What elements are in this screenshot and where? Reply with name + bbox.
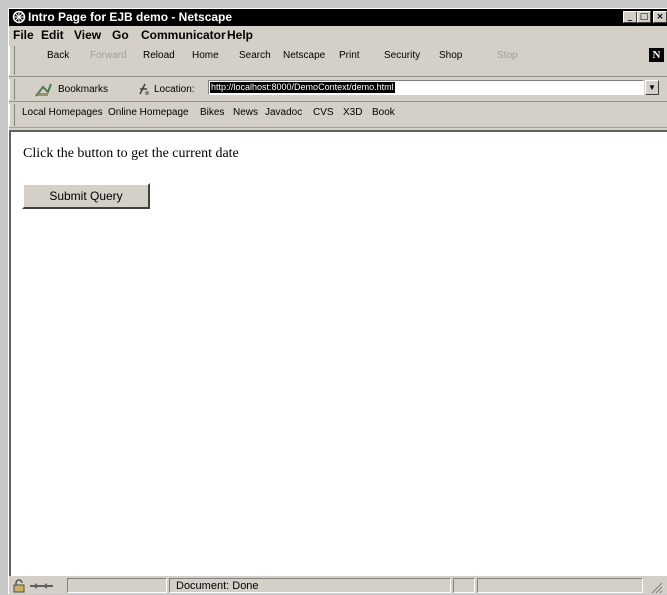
status-bar: Document: Done bbox=[9, 577, 667, 595]
minimize-button[interactable]: _ bbox=[623, 11, 637, 23]
home-button[interactable]: Home bbox=[192, 50, 219, 61]
browser-window: Intro Page for EJB demo - Netscape _ □ ×… bbox=[8, 8, 667, 594]
bookmarks-icon[interactable] bbox=[34, 80, 54, 98]
reload-button[interactable]: Reload bbox=[143, 50, 175, 61]
location-dropdown-button[interactable]: ▼ bbox=[645, 80, 659, 95]
network-connection-icon[interactable] bbox=[29, 580, 55, 592]
back-button[interactable]: Back bbox=[47, 50, 69, 61]
menu-file[interactable]: File bbox=[13, 28, 34, 42]
print-button[interactable]: Print bbox=[339, 50, 360, 61]
maximize-button[interactable]: □ bbox=[637, 11, 651, 23]
menu-edit[interactable]: Edit bbox=[41, 28, 64, 42]
menu-communicator[interactable]: Communicator bbox=[141, 28, 226, 42]
link-book[interactable]: Book bbox=[372, 107, 395, 118]
link-javadoc[interactable]: Javadoc bbox=[265, 107, 302, 118]
netscape-app-icon bbox=[12, 10, 26, 24]
personal-toolbar: Local Homepages Online Homepage Bikes Ne… bbox=[9, 103, 667, 128]
instruction-text: Click the button to get the current date bbox=[23, 146, 239, 161]
forward-button[interactable]: Forward bbox=[90, 50, 127, 61]
location-toolbar: Bookmarks Location: http://localhost:800… bbox=[9, 78, 667, 102]
bookmarks-button[interactable]: Bookmarks bbox=[58, 84, 108, 95]
toolbar-grip[interactable] bbox=[9, 79, 15, 100]
link-x3d[interactable]: X3D bbox=[343, 107, 362, 118]
close-button[interactable]: × bbox=[653, 11, 667, 23]
location-label: Location: bbox=[154, 84, 195, 95]
location-url[interactable]: http://localhost:8000/DemoContext/demo.h… bbox=[210, 82, 395, 93]
link-local-homepages[interactable]: Local Homepages bbox=[22, 107, 103, 118]
resize-grip-icon[interactable] bbox=[649, 580, 663, 594]
toolbar-grip[interactable] bbox=[9, 46, 15, 75]
menu-help[interactable]: Help bbox=[227, 28, 253, 42]
link-bikes[interactable]: Bikes bbox=[200, 107, 224, 118]
menu-bar: File Edit View Go Communicator Help bbox=[9, 26, 667, 44]
status-text: Document: Done bbox=[176, 580, 259, 592]
link-news[interactable]: News bbox=[233, 107, 258, 118]
shop-button[interactable]: Shop bbox=[439, 50, 462, 61]
menu-view[interactable]: View bbox=[74, 28, 101, 42]
netscape-logo-icon[interactable]: N bbox=[649, 48, 664, 62]
netscape-button[interactable]: Netscape bbox=[283, 50, 325, 61]
navigation-toolbar: Back Forward Reload Home Search Netscape… bbox=[9, 45, 667, 77]
progress-pane bbox=[67, 578, 167, 593]
window-title: Intro Page for EJB demo - Netscape bbox=[28, 10, 233, 24]
page-content: Click the button to get the current date… bbox=[9, 130, 667, 576]
menu-go[interactable]: Go bbox=[112, 28, 129, 42]
submit-query-button[interactable]: Submit Query bbox=[22, 183, 150, 209]
toolbar-grip[interactable] bbox=[9, 104, 15, 126]
link-online-homepage[interactable]: Online Homepage bbox=[108, 107, 189, 118]
security-lock-icon[interactable] bbox=[12, 579, 26, 593]
page-proxy-icon[interactable] bbox=[136, 82, 150, 96]
location-input[interactable]: http://localhost:8000/DemoContext/demo.h… bbox=[208, 80, 644, 95]
security-button[interactable]: Security bbox=[384, 50, 420, 61]
status-pane-right bbox=[477, 578, 643, 593]
offline-indicator bbox=[453, 578, 475, 593]
stop-button[interactable]: Stop bbox=[497, 50, 518, 61]
search-button[interactable]: Search bbox=[239, 50, 271, 61]
link-cvs[interactable]: CVS bbox=[313, 107, 334, 118]
title-bar: Intro Page for EJB demo - Netscape _ □ × bbox=[9, 9, 667, 26]
